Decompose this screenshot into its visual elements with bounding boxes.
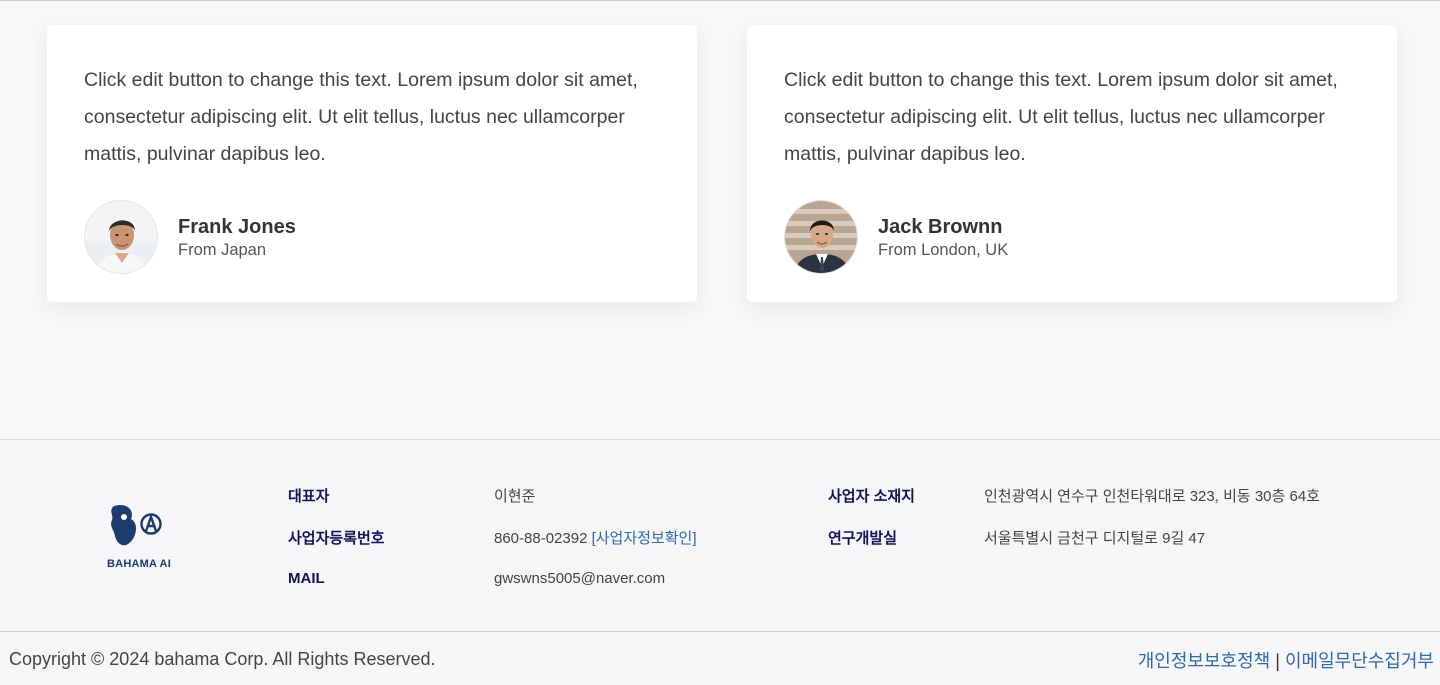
business-number-value: 860-88-02392 <box>494 530 588 547</box>
business-number-label: 사업자등록번호 <box>288 530 385 547</box>
lab-value: 서울특별시 금천구 디지털로 9길 47 <box>984 530 1206 547</box>
person-name: Jack Brownn <box>878 216 1003 238</box>
logo-text: BAHAMA AI <box>107 558 171 570</box>
logo[interactable]: BAHAMA AI <box>104 502 174 572</box>
top-divider <box>0 0 1440 1</box>
lab-label: 연구개발실 <box>828 530 898 547</box>
person-photo-icon <box>785 201 857 273</box>
representative-label: 대표자 <box>288 488 330 505</box>
copyright-text: Copyright © 2024 bahama Corp. All Rights… <box>9 649 436 669</box>
footer-divider <box>0 631 1440 632</box>
link-separator: | <box>1275 651 1280 671</box>
address-label: 사업자 소재지 <box>828 488 915 505</box>
address-value: 인천광역시 연수구 인천타워대로 323, 비동 30층 64호 <box>984 488 1320 505</box>
privacy-policy-link[interactable]: 개인정보보호정책 <box>1138 651 1270 671</box>
person-name: Frank Jones <box>178 216 296 238</box>
person-location: From Japan <box>178 241 267 259</box>
mail-value: gwswns5005@naver.com <box>494 570 666 587</box>
bahama-logo-icon <box>111 504 162 546</box>
testimonial-card: Click edit button to change this text. L… <box>747 25 1397 302</box>
person-photo-icon <box>85 201 157 273</box>
avatar <box>84 200 158 274</box>
business-info-check-link[interactable]: [사업자정보확인] <box>592 530 697 547</box>
policy-links: 개인정보보호정책 | 이메일무단수집거부 <box>1138 647 1434 673</box>
mail-label: MAIL <box>288 570 325 587</box>
person-location: From London, UK <box>878 241 1009 259</box>
avatar <box>784 200 858 274</box>
business-number-row: 860-88-02392 [사업자정보확인] <box>494 527 697 548</box>
testimonial-quote: Click edit button to change this text. L… <box>784 69 1338 165</box>
testimonial-card: Click edit button to change this text. L… <box>47 25 697 302</box>
email-refusal-link[interactable]: 이메일무단수집거부 <box>1285 651 1434 671</box>
testimonial-quote: Click edit button to change this text. L… <box>84 69 638 165</box>
representative-value: 이현준 <box>494 488 536 505</box>
